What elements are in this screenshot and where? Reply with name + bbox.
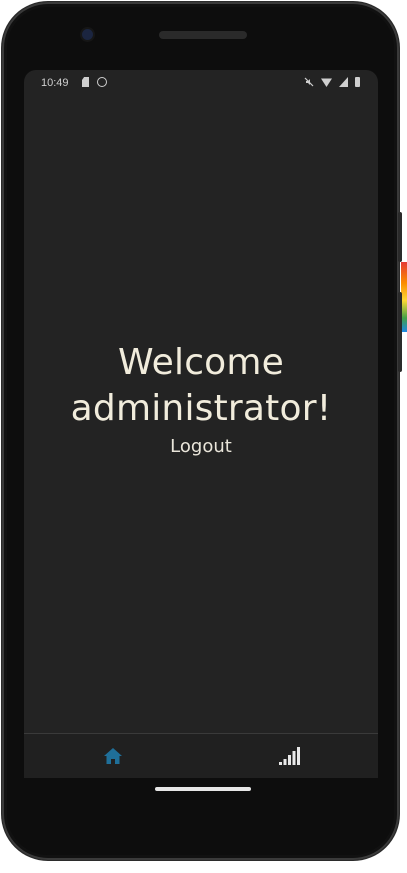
welcome-line-1: Welcome: [117, 342, 285, 383]
wifi-icon: [321, 78, 332, 87]
gesture-home-indicator[interactable]: [155, 787, 251, 791]
signal-bars-icon: [278, 747, 301, 765]
volume-button: [398, 292, 402, 372]
home-icon: [103, 747, 123, 765]
sd-card-icon: [82, 77, 89, 87]
power-button: [398, 212, 402, 262]
earpiece-speaker: [159, 31, 247, 39]
welcome-title: Welcome administrator!: [24, 340, 378, 432]
status-bar: 10:49: [24, 70, 378, 96]
mute-icon: [304, 77, 314, 87]
sync-icon: [97, 77, 107, 87]
status-left-icons: [82, 77, 107, 87]
app-screen: 10:49 Welcome administrator! Logout: [24, 70, 378, 778]
front-camera: [82, 29, 93, 40]
status-time: 10:49: [41, 77, 69, 89]
welcome-section: Welcome administrator! Logout: [24, 340, 378, 457]
nav-item-stats[interactable]: [201, 734, 378, 778]
nav-item-home[interactable]: [24, 734, 201, 778]
logout-button[interactable]: Logout: [170, 436, 232, 457]
battery-icon: [355, 77, 360, 87]
welcome-line-2: administrator!: [70, 388, 332, 429]
phone-frame: 10:49 Welcome administrator! Logout: [2, 2, 402, 860]
bottom-navigation: [24, 733, 378, 778]
device-stage: 10:49 Welcome administrator! Logout: [0, 0, 407, 873]
status-right-icons: [304, 77, 360, 87]
cell-signal-icon: [339, 77, 348, 87]
